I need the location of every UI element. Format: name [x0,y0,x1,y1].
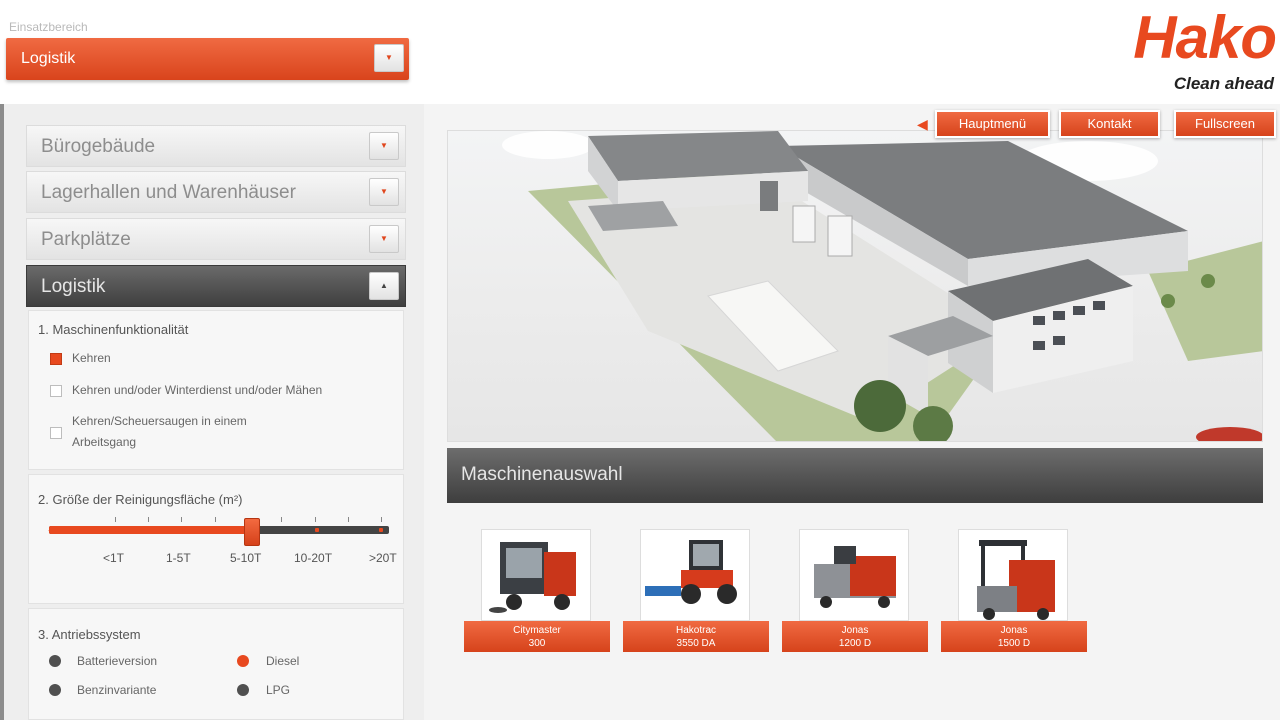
header-bar: Einsatzbereich Logistik ▼ Hako Clean ahe… [0,0,1280,104]
machine-illustration [489,542,576,613]
machine-model: 1200 D [838,638,872,649]
slider-track[interactable] [49,526,389,534]
hako-logo: Hako Clean ahead [1086,4,1277,96]
radio-label: Batterieversion [77,654,158,668]
section-machine-function: 1. Maschinenfunktionalität Kehren Kehren… [28,310,404,470]
machine-model: 3550 DA [676,638,716,649]
machine-illustration [814,546,896,608]
scale-label: 10-20T [294,551,333,565]
option-label: Kehren/Scheuersaugen in einem [72,414,247,428]
scale-label: <1T [103,551,125,565]
logistics-illustration [502,131,1262,441]
chevron-down-icon: ▼ [380,141,388,150]
radio-lpg[interactable] [237,684,249,696]
slider-tick [115,517,116,522]
area-select[interactable]: Logistik ▼ [6,38,409,80]
accordion-parkplaetze[interactable]: Parkplätze ▼ [26,218,406,260]
main-menu-label: Hauptmenü [958,116,1027,131]
slider-fill [49,526,249,534]
machine-selection-panel: Citymaster 300 Hakotrac 3550 DA Jonas 12… [447,509,1263,720]
radio-label: Benzinvariante [77,683,157,697]
machine-label: Jonas 1200 D [782,621,928,652]
scale-label: >20T [369,551,397,565]
contact-label: Kontakt [1087,116,1132,131]
machine-image [640,529,750,621]
slider-tick [215,517,216,522]
machine-name: Citymaster [513,625,561,636]
section-title: 3. Antriebssystem [38,627,141,642]
machine-model: 300 [528,638,546,649]
machine-illustration [977,540,1055,620]
checkbox-kehren-scheuersaugen[interactable] [50,427,62,439]
section-title: 1. Maschinenfunktionalität [38,322,189,337]
slider-stop [182,528,186,532]
checkbox-kehren[interactable] [50,353,62,365]
area-select-toggle[interactable]: ▼ [374,44,404,72]
radio-label: Diesel [266,654,300,668]
section-area-size: 2. Größe der Reinigungsfläche (m²) ➜ <1T… [28,474,404,604]
area-select-value: Logistik [21,50,76,67]
machine-name: Hakotrac [675,625,716,636]
chevron-up-icon: ▲ [380,281,388,290]
scale-label: 1-5T [166,551,191,565]
contact-button[interactable]: Kontakt [1059,110,1160,138]
radio-diesel[interactable] [237,655,249,667]
chevron-down-icon: ▼ [380,187,388,196]
option-label: Arbeitsgang [72,435,137,449]
chevron-down-icon: ▼ [385,53,393,62]
slider-stop [379,528,383,532]
slider-stop [315,528,319,532]
radio-label: LPG [266,683,291,697]
slider-tick [381,517,382,522]
machine-name: Jonas [1000,625,1028,636]
slider-stop [115,528,119,532]
scale-label: 5-10T [230,551,262,565]
arrow-left-icon: ◀ [917,116,928,132]
accordion-toggle[interactable]: ▼ [369,225,399,253]
machine-image [958,529,1068,621]
machine-name: Jonas [841,625,869,636]
logo-tagline: Clean ahead [1173,74,1274,93]
slider-tick [348,517,349,522]
machine-illustration [645,540,737,604]
machine-image [481,529,591,621]
section-drive-system: 3. Antriebssystem Batterieversion Diesel… [28,608,404,720]
machine-label: Jonas 1500 D [941,621,1087,652]
option-label: Kehren und/oder Winterdienst und/oder Mä… [72,383,323,397]
slider-tick [315,517,316,522]
radio-batterie[interactable] [49,655,61,667]
machine-image [799,529,909,621]
accordion-label: Bürogebäude [41,136,156,157]
chevron-down-icon: ▼ [380,234,388,243]
machine-selection-header: Maschinenauswahl [447,448,1263,503]
slider-tick [281,517,282,522]
logistics-scene-image [447,130,1263,442]
machine-label: Citymaster 300 [464,621,610,652]
accordion-label: Lagerhallen und Warenhäuser [41,182,296,203]
slider-tick [148,517,149,522]
fullscreen-button[interactable]: Fullscreen [1174,110,1276,138]
slider-handle[interactable] [244,518,260,546]
accordion-toggle[interactable]: ▼ [369,132,399,160]
fullscreen-label: Fullscreen [1195,116,1255,131]
machine-label: Hakotrac 3550 DA [623,621,769,652]
accordion-toggle[interactable]: ▲ [369,272,399,300]
logo-wordmark: Hako [1133,4,1277,71]
machine-model: 1500 D [997,638,1031,649]
accordion-label: Parkplätze [41,229,131,250]
accordion-buerogebaeude[interactable]: Bürogebäude ▼ [26,125,406,167]
slider-tick [181,517,182,522]
accordion-label: Logistik [41,276,106,297]
radio-benzin[interactable] [49,684,61,696]
accordion-logistik[interactable]: Logistik ▲ [26,265,406,307]
accordion-lagerhallen[interactable]: Lagerhallen und Warenhäuser ▼ [26,171,406,213]
main-menu-button[interactable]: ◀ Hauptmenü [917,110,1050,138]
area-label: Einsatzbereich [9,20,88,34]
machine-selection-title: Maschinenauswahl [461,464,623,485]
accordion-toggle[interactable]: ▼ [369,178,399,206]
option-label: Kehren [72,351,111,365]
section-title: 2. Größe der Reinigungsfläche (m²) [38,492,243,507]
checkbox-kehren-winterdienst[interactable] [50,385,62,397]
